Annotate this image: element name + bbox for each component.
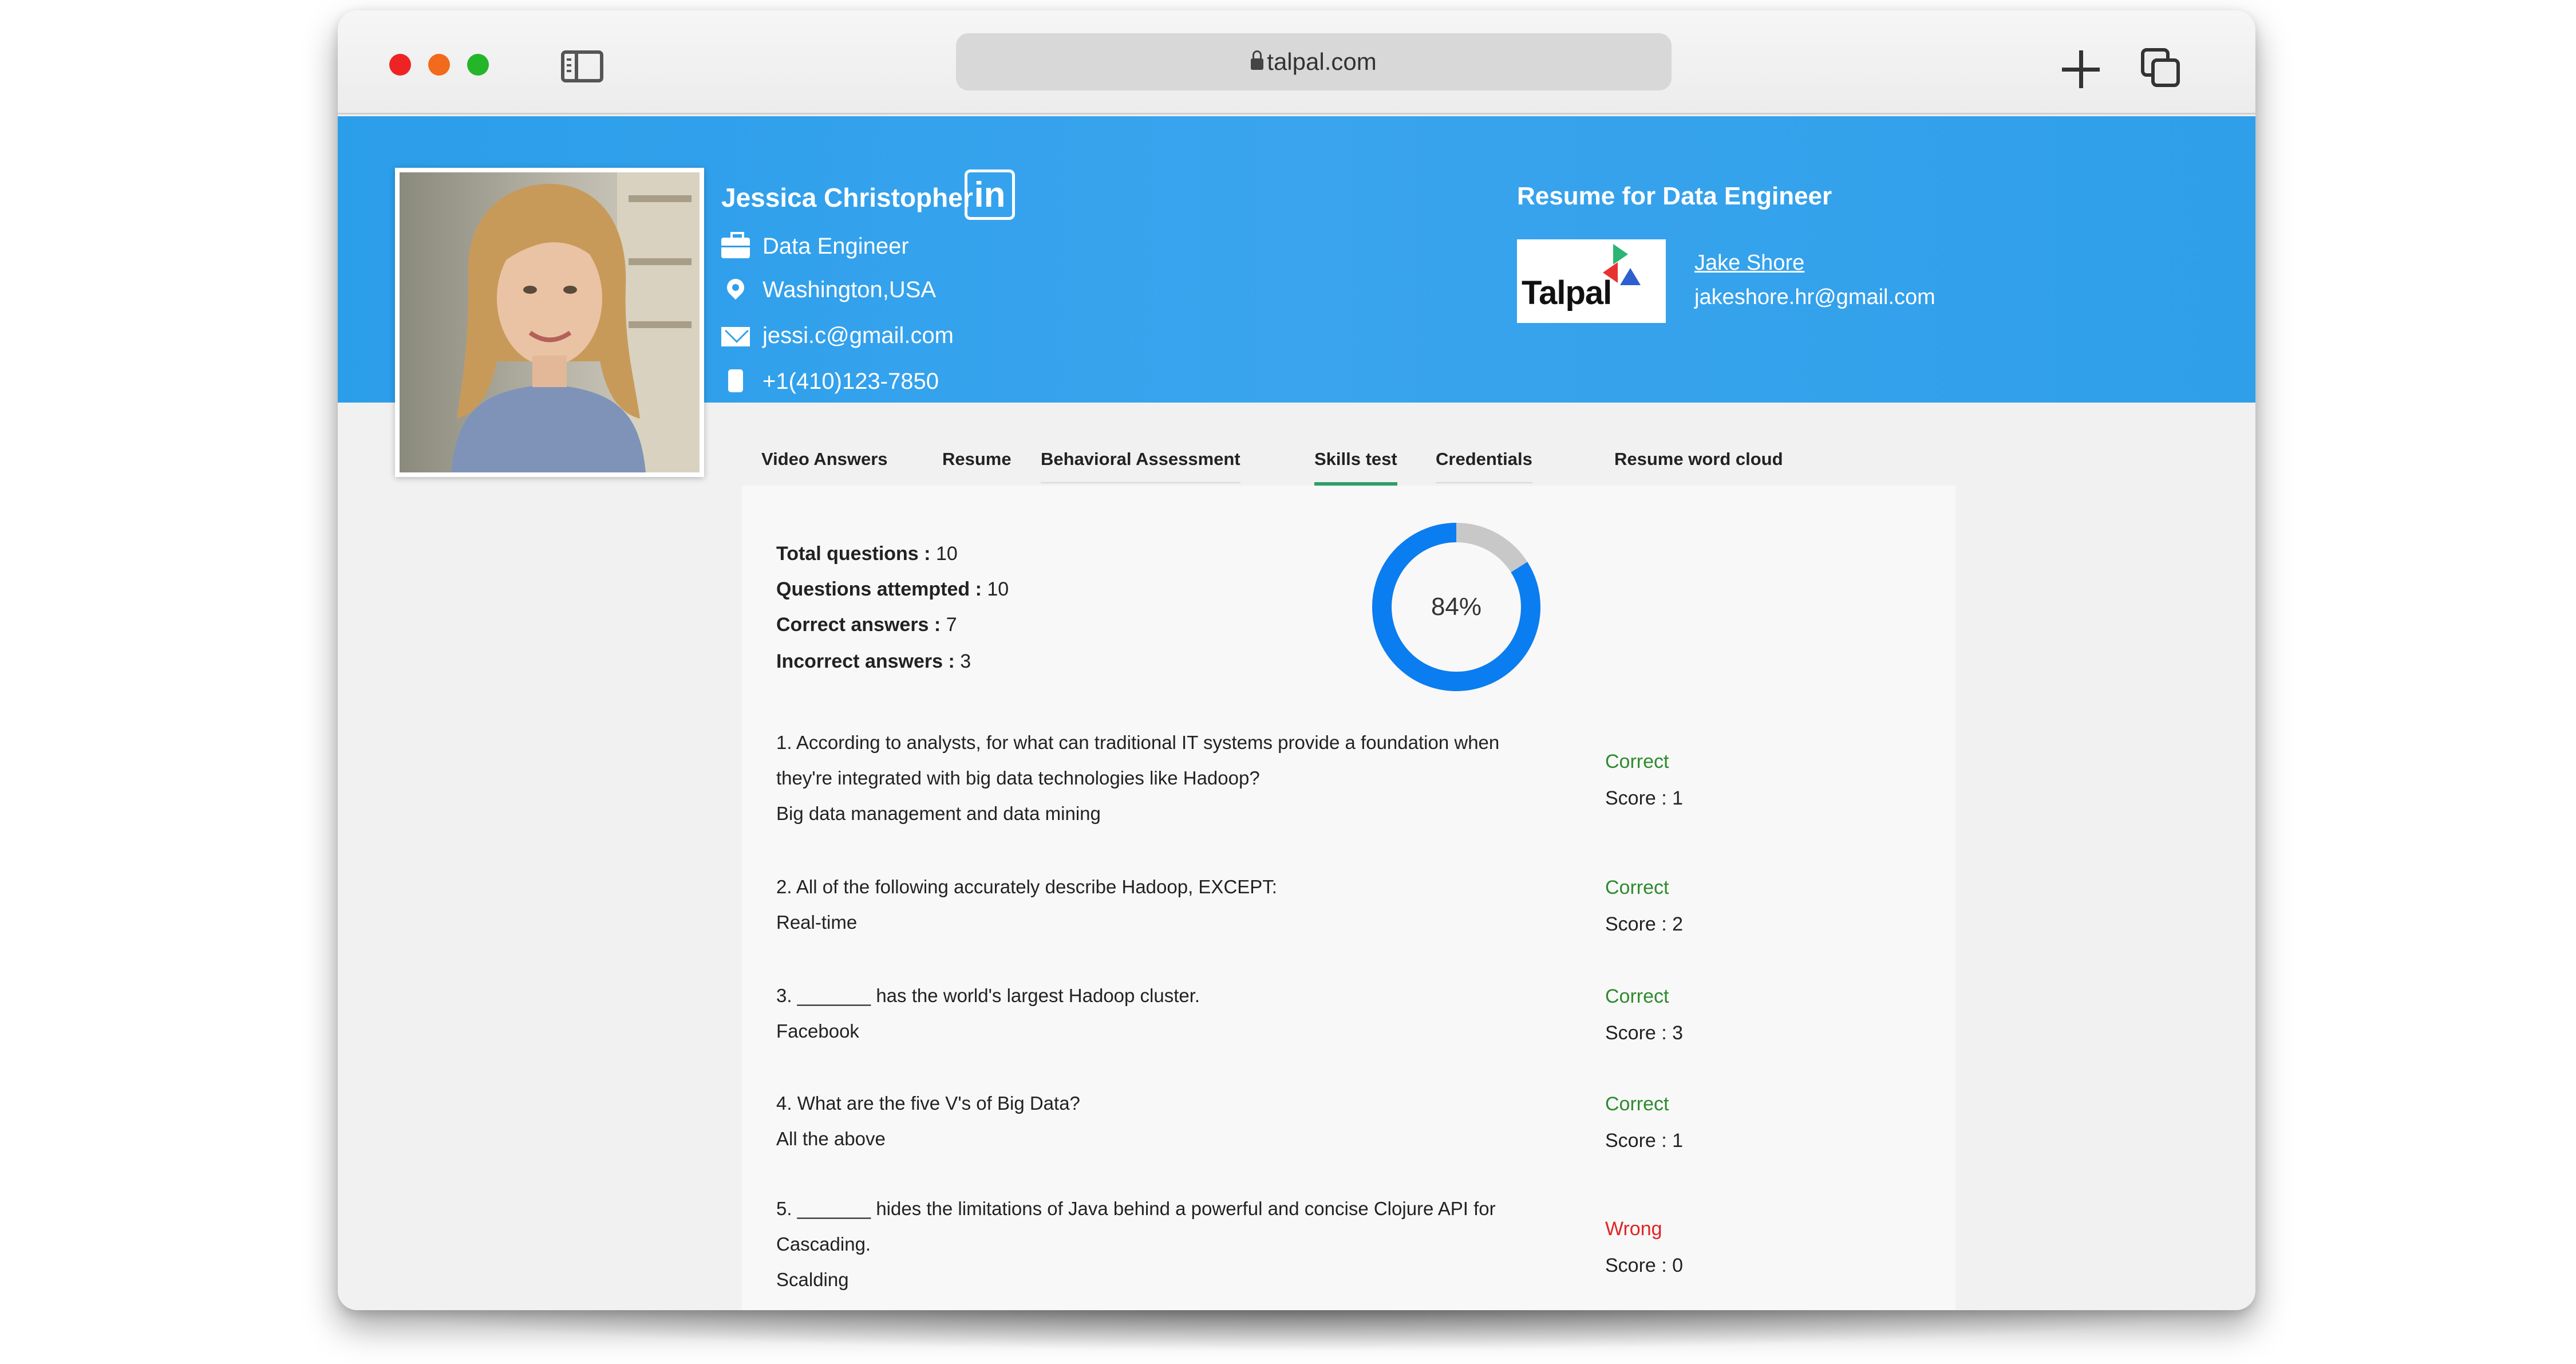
candidate-answer: Real-time	[776, 912, 858, 933]
new-tab-plus-icon[interactable]	[2061, 49, 2101, 89]
candidate-email-row: jessi.c@gmail.com	[721, 323, 954, 349]
question-result: Wrong Score : 0	[1605, 1211, 1683, 1284]
candidate-email[interactable]: jessi.c@gmail.com	[762, 323, 954, 349]
tab-resume[interactable]: Resume	[942, 449, 1012, 482]
result-score: Score : 3	[1605, 1022, 1684, 1044]
result-status: Correct	[1605, 877, 1669, 898]
candidate-answer: Scalding	[776, 1269, 849, 1290]
question-text: 4. What are the five V's of Big Data?	[776, 1093, 1080, 1114]
candidate-location: Washington,USA	[762, 277, 937, 302]
briefcase-icon	[721, 231, 750, 258]
question-text: 5. _______ hides the limitations of Java…	[776, 1198, 1496, 1219]
result-score: Score : 2	[1605, 913, 1684, 935]
candidate-answer: All the above	[776, 1128, 886, 1149]
question-text-cont: they're integrated with big data technol…	[776, 767, 1260, 789]
question-text-cont: Cascading.	[776, 1233, 871, 1255]
talpal-logo: Talpal	[1517, 239, 1666, 323]
question-item: 5. _______ hides the limitations of Java…	[776, 1191, 1555, 1298]
envelope-icon	[721, 326, 750, 346]
candidate-name: Jessica Christopher	[721, 183, 973, 212]
tab-resume-word-cloud[interactable]: Resume word cloud	[1614, 449, 1783, 482]
question-item: 3. _______ has the world's largest Hadoo…	[776, 978, 1555, 1049]
result-score: Score : 0	[1605, 1255, 1684, 1276]
window-shadow	[349, 1306, 2244, 1351]
tab-behavioral-assessment[interactable]: Behavioral Assessment	[1041, 449, 1240, 483]
question-text: 3. _______ has the world's largest Hadoo…	[776, 985, 1200, 1006]
result-score: Score : 1	[1605, 787, 1684, 809]
location-pin-icon	[723, 275, 748, 299]
resume-title: Resume for Data Engineer	[1517, 182, 1832, 210]
phone-icon	[728, 369, 743, 392]
result-status: Correct	[1605, 985, 1669, 1007]
result-status: Correct	[1605, 1093, 1669, 1115]
candidate-location-row: Washington,USA	[721, 275, 937, 303]
address-bar[interactable]: talpal.com	[956, 33, 1672, 90]
result-score: Score : 1	[1605, 1130, 1684, 1152]
skills-test-panel: Total questions : 10 Questions attempted…	[742, 486, 1955, 1310]
url-text: talpal.com	[1267, 48, 1377, 75]
total-questions: Total questions : 10	[776, 543, 958, 565]
question-item: 1. According to analysts, for what can t…	[776, 725, 1555, 831]
question-item: 2. All of the following accurately descr…	[776, 869, 1555, 940]
candidate-title: Data Engineer	[762, 234, 909, 259]
candidate-title-row: Data Engineer	[721, 231, 909, 259]
candidate-phone-row: +1(410)123-7850	[721, 369, 939, 395]
tab-credentials[interactable]: Credentials	[1436, 449, 1532, 483]
question-result: Correct Score : 1	[1605, 743, 1683, 817]
question-result: Correct Score : 2	[1605, 869, 1683, 943]
question-item: 4. What are the five V's of Big Data? Al…	[776, 1086, 1555, 1157]
tab-skills-test[interactable]: Skills test	[1314, 449, 1397, 486]
minimize-window-button[interactable]	[428, 54, 450, 76]
maximize-window-button[interactable]	[467, 54, 489, 76]
candidate-photo	[395, 168, 704, 477]
recruiter-email: jakeshore.hr@gmail.com	[1694, 285, 1935, 309]
question-text: 1. According to analysts, for what can t…	[776, 732, 1500, 753]
score-donut-chart: 84%	[1370, 521, 1542, 693]
incorrect-answers: Incorrect answers : 3	[776, 651, 971, 672]
questions-attempted: Questions attempted : 10	[776, 578, 1009, 600]
browser-toolbar: talpal.com	[338, 10, 2255, 115]
candidate-answer: Big data management and data mining	[776, 803, 1101, 824]
browser-window: talpal.com Jessica Christopher in Data E…	[338, 10, 2255, 1310]
profile-tabs: Video Answers Resume Behavioral Assessme…	[338, 434, 2255, 486]
question-result: Correct Score : 1	[1605, 1086, 1683, 1159]
lock-icon	[1251, 50, 1264, 70]
candidate-answer: Facebook	[776, 1020, 859, 1042]
candidate-phone: +1(410)123-7850	[762, 369, 939, 394]
result-status: Wrong	[1605, 1218, 1662, 1240]
score-percent: 84%	[1431, 593, 1482, 621]
correct-answers: Correct answers : 7	[776, 614, 957, 636]
sidebar-toggle-icon[interactable]	[561, 50, 603, 82]
question-text: 2. All of the following accurately descr…	[776, 876, 1277, 897]
result-status: Correct	[1605, 751, 1669, 772]
close-window-button[interactable]	[389, 54, 411, 76]
question-result: Correct Score : 3	[1605, 978, 1683, 1051]
tab-video-answers[interactable]: Video Answers	[761, 449, 888, 482]
recruiter-name-link[interactable]: Jake Shore	[1694, 251, 1804, 275]
linkedin-icon[interactable]: in	[965, 169, 1015, 220]
tab-overview-icon[interactable]	[2141, 48, 2182, 89]
candidate-portrait-image	[451, 172, 700, 472]
